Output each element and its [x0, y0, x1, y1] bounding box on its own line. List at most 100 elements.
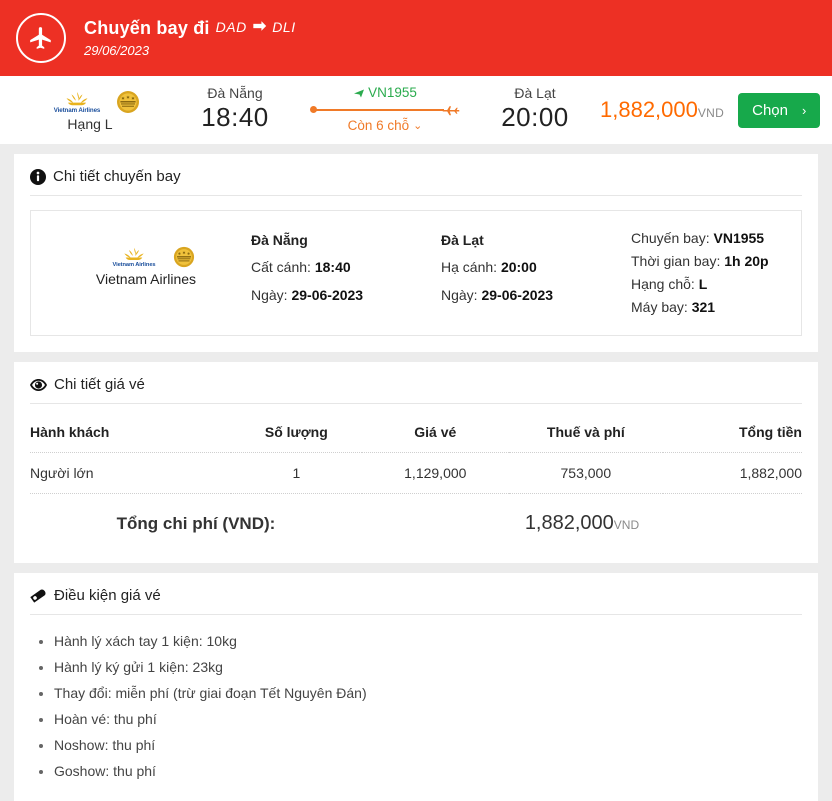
flight-detail-title: Chi tiết chuyến bay — [30, 168, 802, 196]
list-item: Noshow: thu phí — [54, 733, 802, 759]
table-total-row: Tổng chi phí (VND): 1,882,000VND — [30, 494, 802, 548]
detail-departure-time-label: Cất cánh: — [251, 259, 311, 275]
page-header: Chuyến bay đi DAD ➡ DLI 29/06/2023 — [0, 0, 832, 76]
column-header-total: Tổng tiền — [663, 410, 802, 453]
route-flight-number: VN1955 — [300, 85, 470, 101]
fare-conditions-list: Hành lý xách tay 1 kiện: 10kg Hành lý ký… — [30, 629, 802, 784]
detail-arrival-time-label: Hạ cánh: — [441, 259, 497, 275]
choose-button[interactable]: Chọn › — [738, 93, 820, 128]
column-header-passenger: Hành khách — [30, 410, 231, 453]
airline-logo: Vietnam Airlines — [10, 89, 170, 115]
detail-flight-value: VN1955 — [714, 230, 765, 246]
grand-total-currency: VND — [614, 518, 639, 532]
price-currency: VND — [698, 106, 724, 120]
detail-info-row: Hạng chỗ: L — [631, 273, 769, 296]
detail-airline-name: Vietnam Airlines — [41, 271, 251, 287]
detail-departure-time: Cất cánh: 18:40 — [251, 254, 441, 281]
fare-class-label: Hạng L — [10, 116, 170, 132]
detail-departure-date: Ngày: 29-06-2023 — [251, 282, 441, 309]
summary-departure: Đà Nẵng 18:40 — [170, 86, 300, 134]
eye-icon — [30, 378, 47, 392]
vietnam-airlines-lotus-icon: Vietnam Airlines — [41, 89, 113, 115]
grand-total-value: 1,882,000VND — [362, 494, 802, 548]
detail-departure-time-value: 18:40 — [315, 259, 351, 275]
header-texts: Chuyến bay đi DAD ➡ DLI 29/06/2023 — [84, 17, 296, 60]
cell-passenger: Người lớn — [30, 453, 231, 494]
arrival-time: 20:00 — [470, 101, 600, 134]
departure-time: 18:40 — [170, 101, 300, 134]
svg-text:Vietnam Airlines: Vietnam Airlines — [112, 262, 155, 268]
arrow-right-icon: ➡ — [253, 19, 267, 35]
detail-info-row: Máy bay: 321 — [631, 296, 769, 319]
detail-duration-value: 1h 20p — [724, 253, 768, 269]
cell-total: 1,882,000 — [663, 453, 802, 494]
detail-arrival-date-label: Ngày: — [441, 287, 478, 303]
cell-fare: 1,129,000 — [362, 453, 509, 494]
column-header-quantity: Số lượng — [231, 410, 362, 453]
column-header-tax: Thuế và phí — [509, 410, 663, 453]
detail-info-row: Chuyến bay: VN1955 — [631, 227, 769, 250]
summary-route: VN1955 Còn 6 chỗ ⌄ — [300, 85, 470, 135]
detail-arrival-time-value: 20:00 — [501, 259, 537, 275]
airplane-icon — [16, 13, 66, 63]
fare-detail-card: Chi tiết giá vé Hành khách Số lượng Giá … — [14, 362, 818, 563]
flight-detail-box: Vietnam Airlines Vietnam Airlines — [30, 210, 802, 336]
list-item: Hành lý ký gửi 1 kiện: 23kg — [54, 655, 802, 681]
tag-icon — [30, 587, 47, 604]
choose-button-label: Chọn — [752, 102, 788, 119]
flight-detail-card: Chi tiết chuyến bay Vietnam Airlines — [14, 154, 818, 352]
seats-left-text: Còn 6 chỗ — [348, 117, 410, 135]
price-amount: 1,882,000 — [600, 97, 698, 122]
summary-airline: Vietnam Airlines Hạng L — [10, 89, 170, 132]
fare-detail-title: Chi tiết giá vé — [30, 376, 802, 404]
detail-arrival-time: Hạ cánh: 20:00 — [441, 254, 631, 281]
detail-aircraft-label: Máy bay: — [631, 299, 688, 315]
vietnam-airlines-lotus-icon: Vietnam Airlines — [98, 245, 170, 269]
fare-detail-title-text: Chi tiết giá vé — [54, 376, 145, 393]
header-date: 29/06/2023 — [84, 43, 296, 59]
column-header-fare: Giá vé — [362, 410, 509, 453]
fare-table: Hành khách Số lượng Giá vé Thuế và phí T… — [30, 410, 802, 547]
summary-arrival: Đà Lạt 20:00 — [470, 86, 600, 134]
fare-conditions-card: Điều kiện giá vé Hành lý xách tay 1 kiện… — [14, 573, 818, 800]
detail-arrival-city: Đà Lạt — [441, 227, 631, 254]
detail-departure-city: Đà Nẵng — [251, 227, 441, 254]
detail-arrival-date-value: 29-06-2023 — [481, 287, 553, 303]
fare-conditions-title: Điều kiện giá vé — [30, 587, 802, 615]
detail-class-label: Hạng chỗ: — [631, 276, 695, 292]
list-item: Hành lý xách tay 1 kiện: 10kg — [54, 629, 802, 655]
table-header-row: Hành khách Số lượng Giá vé Thuế và phí T… — [30, 410, 802, 453]
skytrax-medal-icon — [173, 246, 195, 268]
flight-detail-title-text: Chi tiết chuyến bay — [53, 168, 181, 185]
detail-departure: Đà Nẵng Cất cánh: 18:40 Ngày: 29-06-2023 — [251, 227, 441, 309]
detail-departure-date-label: Ngày: — [251, 287, 288, 303]
flight-summary-row[interactable]: Vietnam Airlines Hạng L Đà Nẵng 18:40 — [0, 76, 832, 144]
list-item: Hoàn vé: thu phí — [54, 707, 802, 733]
fare-conditions-title-text: Điều kiện giá vé — [54, 587, 161, 604]
chevron-down-icon: ⌄ — [413, 119, 422, 133]
summary-price: 1,882,000VND — [600, 97, 738, 123]
table-row: Người lớn 1 1,129,000 753,000 1,882,000 — [30, 453, 802, 494]
detail-info-row: Thời gian bay: 1h 20p — [631, 250, 769, 273]
info-circle-icon — [30, 169, 46, 185]
route-line — [310, 103, 460, 117]
list-item: Goshow: thu phí — [54, 759, 802, 785]
arrival-city: Đà Lạt — [470, 86, 600, 101]
skytrax-medal-icon — [116, 90, 140, 114]
page-title-text: Chuyến bay đi — [84, 17, 210, 40]
chevron-right-icon: › — [802, 103, 806, 118]
route-bar — [314, 109, 444, 111]
detail-airline: Vietnam Airlines Vietnam Airlines — [41, 227, 251, 287]
list-item: Thay đổi: miễn phí (trừ giai đoạn Tết Ng… — [54, 681, 802, 707]
detail-class-value: L — [699, 276, 708, 292]
origin-code: DAD — [216, 19, 247, 37]
detail-flight-label: Chuyến bay: — [631, 230, 710, 246]
page-title: Chuyến bay đi DAD ➡ DLI — [84, 17, 296, 40]
departure-city: Đà Nẵng — [170, 86, 300, 101]
cell-quantity: 1 — [231, 453, 362, 494]
detail-aircraft-value: 321 — [692, 299, 715, 315]
flight-number-text: VN1955 — [368, 85, 417, 101]
detail-arrival: Đà Lạt Hạ cánh: 20:00 Ngày: 29-06-2023 — [441, 227, 631, 309]
detail-info: Chuyến bay: VN1955 Thời gian bay: 1h 20p… — [631, 227, 769, 319]
route-plane-icon — [442, 103, 460, 120]
